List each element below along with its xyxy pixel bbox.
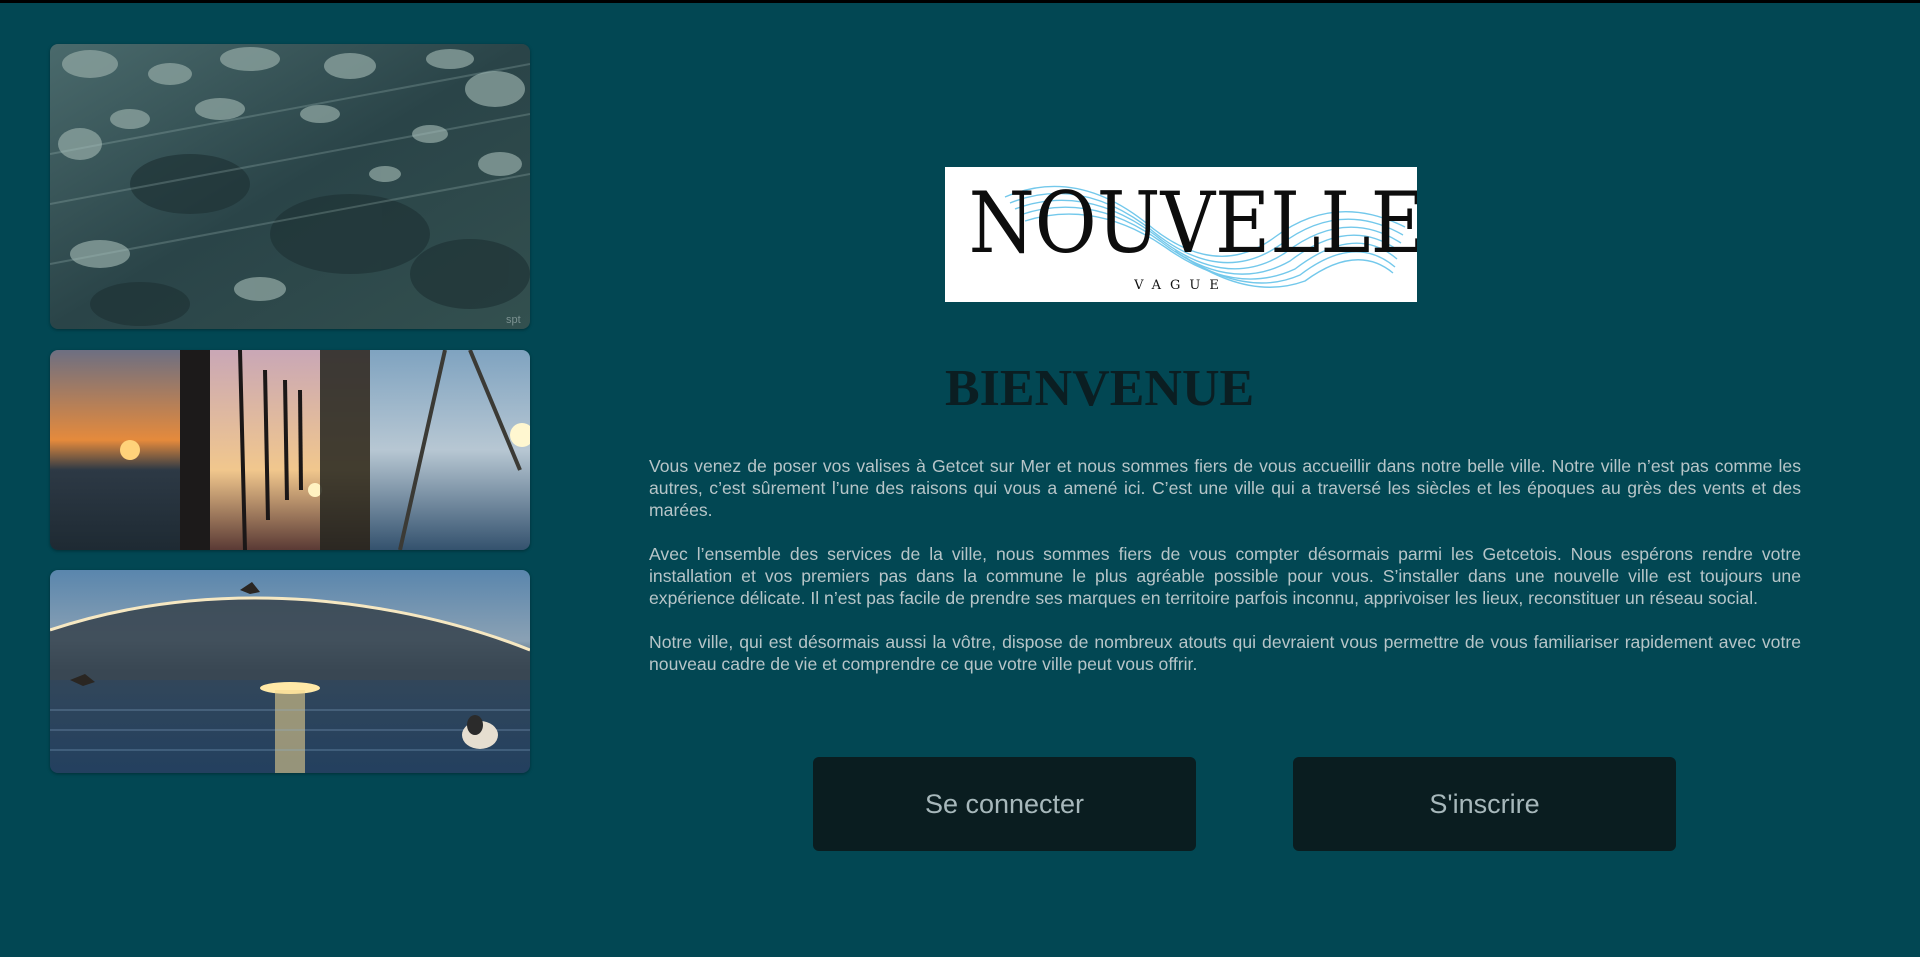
signup-button[interactable]: S'inscrire [1293,757,1676,851]
welcome-paragraph-3: Notre ville, qui est désormais aussi la … [649,632,1801,674]
logo-subtitle: VAGUE [1134,278,1228,293]
welcome-paragraph-2: Avec l’ensemble des services de la ville… [649,544,1801,608]
logo-wordmark: NOUVELLE [968,174,1417,272]
login-button[interactable]: Se connecter [813,757,1196,851]
page-title: BIENVENUE [945,360,1255,417]
nouvelle-vague-logo: NOUVELLE VAGUE [945,167,1417,302]
welcome-text: Vous venez de poser vos valises à Getcet… [649,455,1801,697]
svg-text:spt: spt [506,314,521,326]
sea-rocks-photo: spt [50,44,530,329]
welcome-paragraph-1: Vous venez de poser vos valises à Getcet… [649,456,1801,520]
sea-sunset-birds-photo [50,570,530,773]
sunset-collage-photo [50,350,530,550]
